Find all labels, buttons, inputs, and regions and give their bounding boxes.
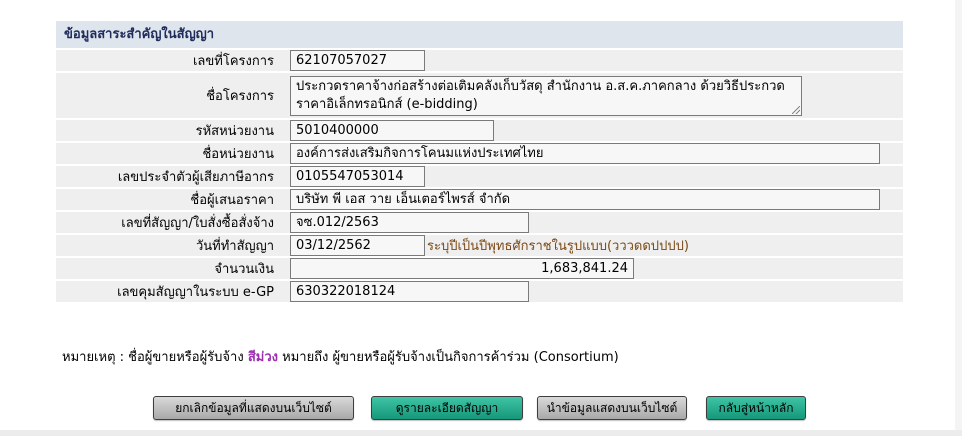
publish-button[interactable]: นำข้อมูลแสดงบนเว็บไซต์ bbox=[537, 396, 687, 420]
label-amount: จำนวนเงิน bbox=[56, 258, 284, 279]
row-agency-code: รหัสหน่วยงาน 5010400000 bbox=[56, 120, 903, 141]
note-suffix: หมายถึง ผู้ขายหรือผู้รับจ้างเป็นกิจการค้… bbox=[282, 350, 619, 365]
window-edge bbox=[955, 0, 962, 436]
agency-name-field[interactable]: องค์การส่งเสริมกิจการโคนมแห่งประเทศไทย bbox=[290, 143, 880, 164]
label-project-name: ชื่อโครงการ bbox=[56, 73, 284, 118]
label-agency-name: ชื่อหน่วยงาน bbox=[56, 143, 284, 164]
date-format-hint: ระบุปีเป็นปีพุทธศักราชในรูปแบบ(วววดดปปปป… bbox=[427, 239, 689, 254]
agency-code-field[interactable]: 5010400000 bbox=[290, 120, 494, 141]
amount-field[interactable]: 1,683,841.24 bbox=[290, 258, 634, 279]
label-contract-date: วันที่ทำสัญญา bbox=[56, 235, 284, 256]
label-contract-no: เลขที่สัญญา/ใบสั่งซื้อสั่งจ้าง bbox=[56, 212, 284, 233]
cancel-publish-button[interactable]: ยกเลิกข้อมูลที่แสดงบนเว็บไซต์ bbox=[153, 396, 354, 420]
home-button[interactable]: กลับสู่หน้าหลัก bbox=[706, 396, 806, 420]
row-contract-no: เลขที่สัญญา/ใบสั่งซื้อสั่งจ้าง จซ.012/25… bbox=[56, 212, 903, 233]
tax-id-field[interactable]: 0105547053014 bbox=[290, 166, 425, 187]
row-amount: จำนวนเงิน 1,683,841.24 bbox=[56, 258, 903, 279]
label-agency-code: รหัสหน่วยงาน bbox=[56, 120, 284, 141]
project-no-field[interactable]: 62107057027 bbox=[290, 50, 425, 71]
panel-title: ข้อมูลสาระสำคัญในสัญญา bbox=[56, 21, 903, 48]
contract-no-field[interactable]: จซ.012/2563 bbox=[290, 212, 529, 233]
label-project-no: เลขที่โครงการ bbox=[56, 50, 284, 71]
view-contract-button[interactable]: ดูรายละเอียดสัญญา bbox=[371, 396, 523, 420]
resize-grip-icon[interactable] bbox=[792, 105, 800, 114]
bidder-name-field[interactable]: บริษัท พี เอส วาย เอ็นเตอร์ไพรส์ จำกัด bbox=[290, 189, 880, 210]
label-tax-id: เลขประจำตัวผู้เสียภาษีอากร bbox=[56, 166, 284, 187]
row-contract-date: วันที่ทำสัญญา 03/12/2562 ระบุปีเป็นปีพุทธ… bbox=[56, 235, 903, 256]
contract-info-form: เลขที่โครงการ 62107057027 ชื่อโครงการ ปร… bbox=[56, 48, 903, 304]
page-bottom-border bbox=[0, 430, 962, 436]
egp-control-field[interactable]: 630322018124 bbox=[290, 281, 529, 302]
row-bidder-name: ชื่อผู้เสนอราคา บริษัท พี เอส วาย เอ็นเต… bbox=[56, 189, 903, 210]
note-highlight: สีม่วง bbox=[247, 350, 278, 365]
row-project-no: เลขที่โครงการ 62107057027 bbox=[56, 50, 903, 71]
label-bidder-name: ชื่อผู้เสนอราคา bbox=[56, 189, 284, 210]
note-prefix: หมายเหตุ : ชื่อผู้ขายหรือผู้รับจ้าง bbox=[62, 350, 244, 365]
row-project-name: ชื่อโครงการ ประกวดราคาจ้างก่อสร้างต่อเติ… bbox=[56, 73, 903, 118]
row-agency-name: ชื่อหน่วยงาน องค์การส่งเสริมกิจการโคนมแห… bbox=[56, 143, 903, 164]
contract-date-field[interactable]: 03/12/2562 bbox=[290, 235, 425, 256]
row-egp-control: เลขคุมสัญญาในระบบ e-GP 630322018124 bbox=[56, 281, 903, 302]
row-tax-id: เลขประจำตัวผู้เสียภาษีอากร 0105547053014 bbox=[56, 166, 903, 187]
project-name-text: ประกวดราคาจ้างก่อสร้างต่อเติมคลังเก็บวัส… bbox=[296, 78, 785, 112]
label-egp-control: เลขคุมสัญญาในระบบ e-GP bbox=[56, 281, 284, 302]
project-name-textarea[interactable]: ประกวดราคาจ้างก่อสร้างต่อเติมคลังเก็บวัส… bbox=[290, 75, 802, 116]
consortium-note: หมายเหตุ : ชื่อผู้ขายหรือผู้รับจ้าง สีม่… bbox=[62, 346, 619, 367]
